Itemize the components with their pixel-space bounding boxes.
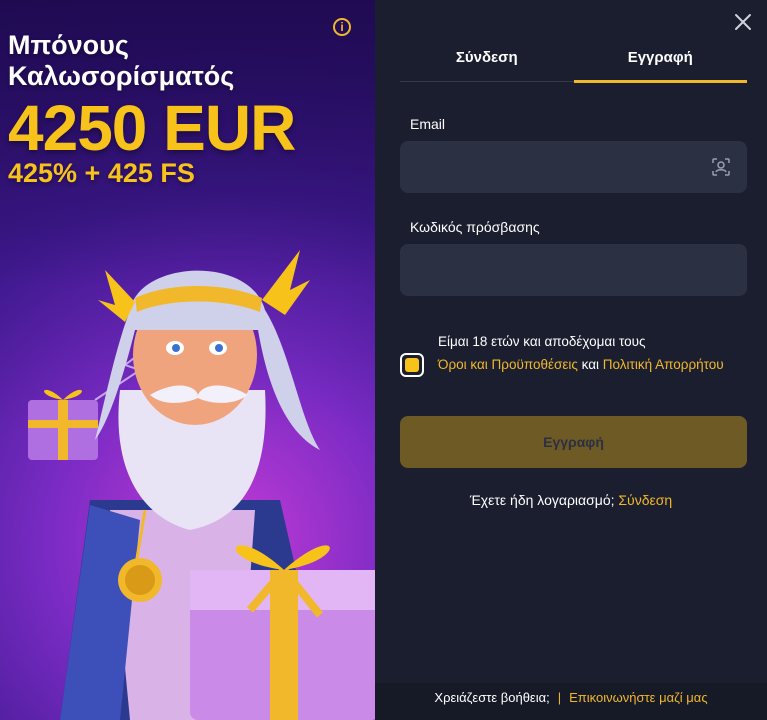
promo-banner: Μπόνους Καλωσορίσματός 4250 EUR 425% + 4…: [0, 0, 375, 720]
checkbox-check: [405, 358, 419, 372]
promo-text-block: Μπόνους Καλωσορίσματός 4250 EUR 425% + 4…: [8, 30, 308, 188]
login-link[interactable]: Σύνδεση: [618, 492, 672, 508]
contact-link[interactable]: Επικοινωνήστε μαζί μας: [569, 690, 707, 705]
login-prompt: Έχετε ήδη λογαριασμό; Σύνδεση: [375, 492, 767, 508]
promo-amount: 4250 EUR: [8, 92, 296, 164]
promo-title: Μπόνους Καλωσορίσματός: [8, 30, 235, 91]
register-button[interactable]: Εγγραφή: [400, 416, 747, 468]
password-label: Κωδικός πρόσβασης: [410, 219, 540, 235]
terms-and: και: [581, 357, 600, 372]
email-field[interactable]: [400, 141, 747, 193]
zeus-illustration: [28, 250, 375, 720]
auth-tabs: Σύνδεση Εγγραφή: [400, 42, 748, 83]
terms-prefix: Είμαι 18 ετών και αποδέχομαι τους: [438, 334, 646, 349]
help-footer: Χρειάζεστε βοήθεια; | Επικοινωνήστε μαζί μ…: [375, 683, 767, 720]
password-field[interactable]: [400, 244, 747, 296]
close-icon[interactable]: [733, 12, 753, 32]
privacy-link[interactable]: Πολιτική Απορρήτου: [603, 357, 724, 372]
tab-register[interactable]: Εγγραφή: [573, 42, 748, 83]
tab-login[interactable]: Σύνδεση: [400, 42, 574, 81]
terms-checkbox[interactable]: [400, 353, 424, 377]
terms-text: Είμαι 18 ετών και αποδέχομαι τους Όροι κ…: [438, 330, 738, 376]
face-scan-icon[interactable]: [711, 157, 731, 177]
info-icon[interactable]: i: [333, 18, 351, 36]
terms-link[interactable]: Όροι και Προϋποθέσεις: [438, 357, 578, 372]
email-label: Email: [410, 116, 446, 132]
footer-separator: |: [557, 690, 562, 705]
help-text: Χρειάζεστε βοήθεια;: [434, 690, 550, 705]
auth-panel: Σύνδεση Εγγραφή Email Κωδικός πρόσβασης …: [375, 0, 767, 720]
have-account-text: Έχετε ήδη λογαριασμό;: [469, 492, 615, 508]
